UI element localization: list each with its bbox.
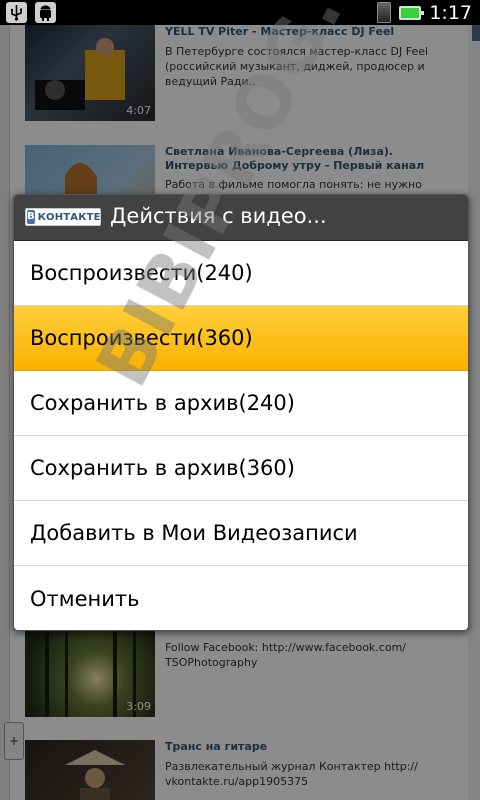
notification-icons [6, 2, 56, 23]
vk-logo-text: КОНТАКТЕ [37, 211, 101, 223]
video-actions-dialog: B КОНТАКТЕ Действия с видео... Воспроизв… [13, 194, 469, 631]
android-debug-icon [35, 2, 56, 23]
menu-item-play-240[interactable]: Воспроизвести(240) [14, 241, 468, 306]
usb-icon [6, 2, 27, 23]
vk-logo-letter: B [27, 210, 35, 224]
battery-icon [399, 5, 425, 20]
menu-item-add-to-my-videos[interactable]: Добавить в Мои Видеозаписи [14, 501, 468, 566]
vkontakte-logo: B КОНТАКТЕ [25, 208, 101, 226]
clock: 1:17 [429, 1, 472, 24]
menu-item-save-240[interactable]: Сохранить в архив(240) [14, 371, 468, 436]
menu-item-save-360[interactable]: Сохранить в архив(360) [14, 436, 468, 501]
dialog-header: B КОНТАКТЕ Действия с видео... [14, 195, 468, 241]
status-bar: 1:17 [0, 0, 480, 25]
menu-item-play-360[interactable]: Воспроизвести(360) [14, 306, 468, 371]
system-icons: 1:17 [377, 1, 472, 24]
dialog-title: Действия с видео... [110, 204, 327, 228]
menu-item-cancel[interactable]: Отменить [14, 566, 468, 630]
signal-icon [377, 2, 392, 23]
